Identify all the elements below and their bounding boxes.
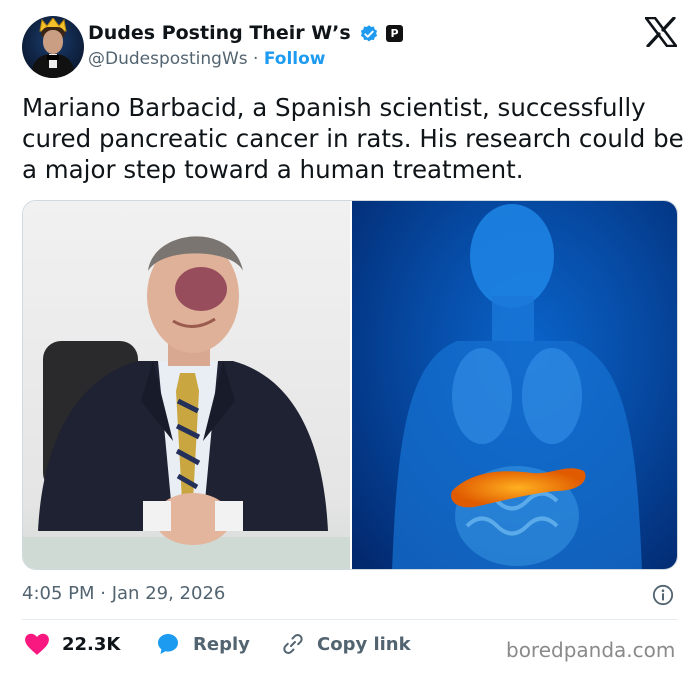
follow-button[interactable]: Follow bbox=[264, 49, 326, 69]
link-icon bbox=[283, 634, 303, 654]
watermark: boredpanda.com bbox=[506, 638, 676, 662]
tweet-time: 4:05 PM bbox=[22, 583, 95, 604]
timestamp[interactable]: 4:05 PM · Jan 29, 2026 bbox=[22, 583, 225, 604]
x-logo-icon[interactable] bbox=[645, 17, 677, 47]
handle[interactable]: @DudespostingWs bbox=[88, 49, 248, 69]
affiliate-badge-icon[interactable]: P bbox=[386, 25, 403, 42]
tweet-text: Mariano Barbacid, a Spanish scientist, s… bbox=[22, 93, 684, 184]
separator-dot: · bbox=[253, 49, 264, 69]
copy-link-button[interactable]: Copy link bbox=[281, 632, 411, 656]
tweet-date: Jan 29, 2026 bbox=[111, 583, 226, 604]
heart-icon bbox=[25, 633, 49, 655]
like-button[interactable]: 22.3K bbox=[24, 632, 120, 656]
divider bbox=[22, 619, 678, 620]
reply-label: Reply bbox=[193, 633, 250, 655]
copy-link-label: Copy link bbox=[317, 633, 411, 655]
verified-badge-icon bbox=[360, 25, 378, 42]
reply-bubble-icon bbox=[158, 634, 178, 654]
tweet-media[interactable] bbox=[22, 200, 678, 570]
pancreas-anatomy-illustration bbox=[392, 204, 642, 569]
info-icon[interactable] bbox=[652, 584, 674, 606]
scientist-portrait-illustration bbox=[23, 236, 350, 569]
avatar[interactable] bbox=[22, 16, 84, 78]
reply-button[interactable]: Reply bbox=[156, 632, 250, 656]
scientist-photo[interactable] bbox=[23, 201, 350, 569]
separator-dot: · bbox=[100, 583, 112, 604]
handle-row: @DudespostingWs · Follow bbox=[88, 49, 326, 69]
anatomy-illustration[interactable] bbox=[352, 201, 677, 569]
like-count: 22.3K bbox=[62, 633, 121, 655]
display-name[interactable]: Dudes Posting Their W’s bbox=[88, 22, 351, 44]
